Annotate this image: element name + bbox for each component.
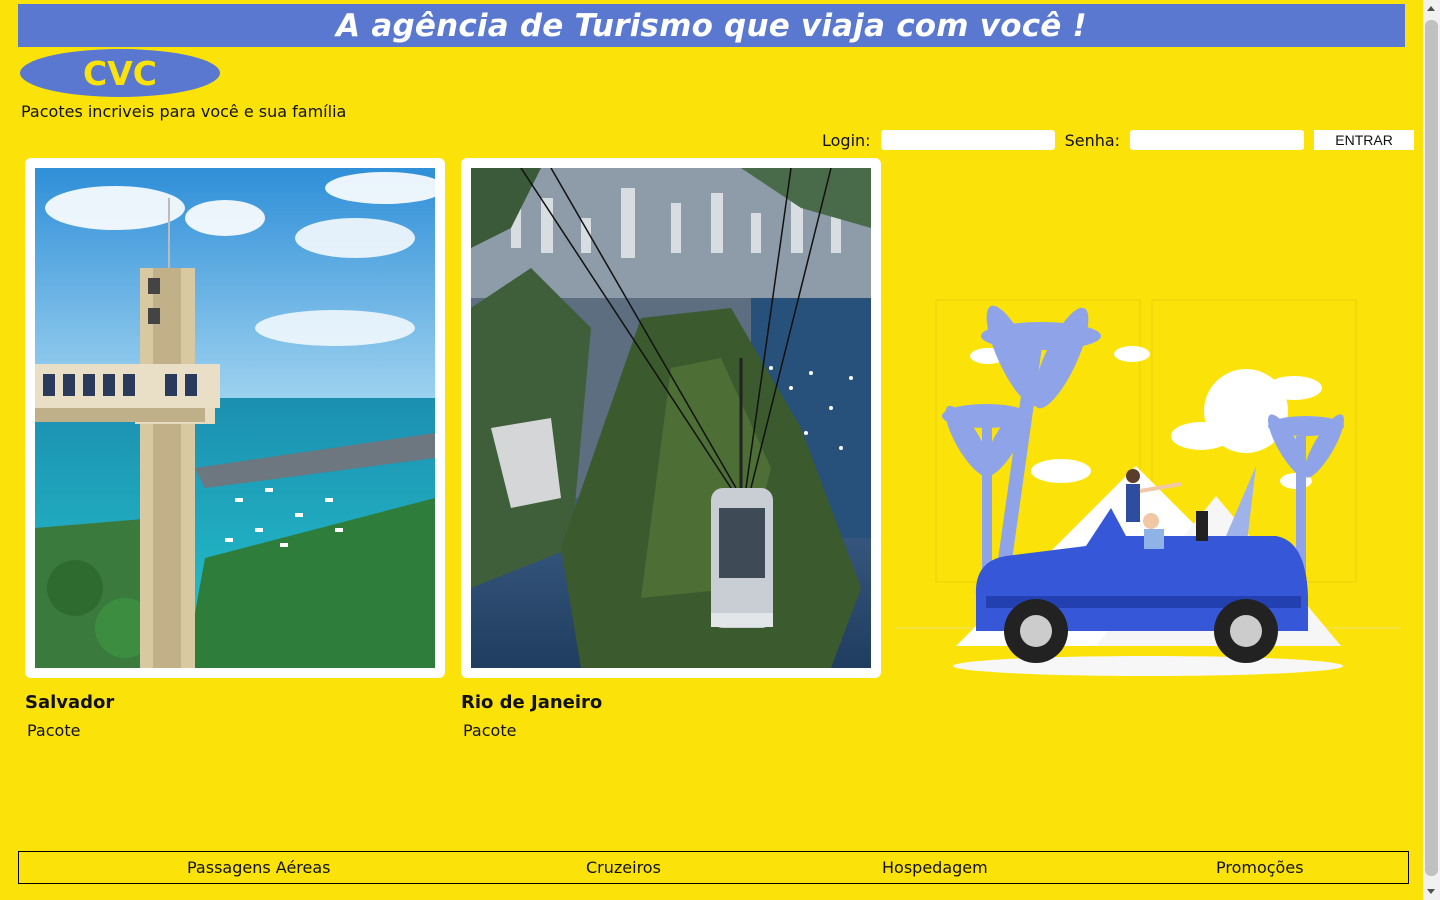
scroll-down-icon[interactable] <box>1427 889 1435 894</box>
travel-illustration <box>896 296 1401 685</box>
nav-item-promotions[interactable]: Promoções <box>1216 858 1304 877</box>
login-label: Login: <box>822 130 871 150</box>
password-label: Senha: <box>1064 130 1121 150</box>
logo-text: CVC <box>83 53 157 93</box>
package-subtitle: Pacote <box>463 721 517 740</box>
enter-button[interactable]: ENTRAR <box>1314 130 1415 150</box>
password-input[interactable] <box>1130 130 1305 150</box>
package-title[interactable]: Rio de Janeiro <box>461 692 881 713</box>
nav-item-flights[interactable]: Passagens Aéreas <box>187 858 331 877</box>
scroll-up-icon[interactable] <box>1427 6 1435 11</box>
nav-item-hotels[interactable]: Hospedagem <box>882 858 988 877</box>
package-title[interactable]: Salvador <box>25 692 445 713</box>
banner-text: A agência de Turismo que viaja com você … <box>336 7 1087 44</box>
package-image-frame[interactable] <box>461 158 881 678</box>
footer-nav: Passagens Aéreas Cruzeiros Hospedagem Pr… <box>18 851 1409 884</box>
tagline: Pacotes incriveis para você e sua famíli… <box>21 102 347 121</box>
login-input[interactable] <box>880 130 1055 150</box>
elevator-bay-photo <box>35 168 435 668</box>
scrollbar-thumb[interactable] <box>1425 20 1438 876</box>
convertible-car-palms-illustration <box>896 299 1401 676</box>
cable-car-photo <box>471 168 871 668</box>
header-banner: A agência de Turismo que viaja com você … <box>18 4 1405 47</box>
cvc-logo[interactable]: CVC <box>20 49 220 97</box>
package-card-rio[interactable]: Rio de Janeiro Pacote <box>461 158 881 740</box>
package-card-salvador[interactable]: Salvador Pacote <box>25 158 445 740</box>
nav-item-cruises[interactable]: Cruzeiros <box>586 858 661 877</box>
login-form: Login: Senha: ENTRAR <box>822 129 1415 151</box>
package-subtitle: Pacote <box>27 721 81 740</box>
vertical-scrollbar[interactable] <box>1423 0 1440 900</box>
package-image-frame[interactable] <box>25 158 445 678</box>
